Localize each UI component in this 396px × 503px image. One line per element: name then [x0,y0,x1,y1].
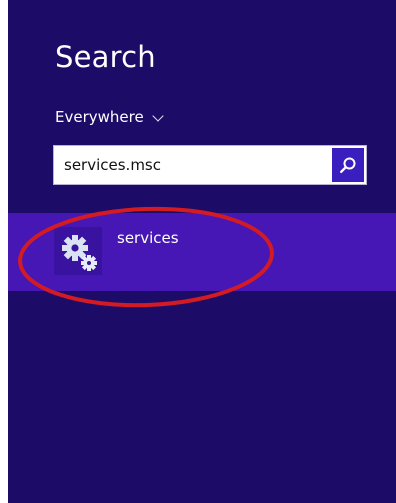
search-scope-dropdown[interactable]: Everywhere [55,107,164,127]
result-icon-tile [54,227,102,275]
search-title: Search [55,40,156,74]
result-label: services [117,229,179,247]
search-charm-panel: Search Everywhere services.msc services [8,0,396,503]
search-button[interactable] [332,148,364,182]
chevron-down-icon [152,109,164,122]
gears-icon [62,235,97,271]
search-box [53,145,367,185]
search-scope-label: Everywhere [55,108,144,126]
magnifier-icon [340,157,356,174]
search-input[interactable] [54,146,342,184]
search-result-item[interactable]: services [8,213,396,291]
